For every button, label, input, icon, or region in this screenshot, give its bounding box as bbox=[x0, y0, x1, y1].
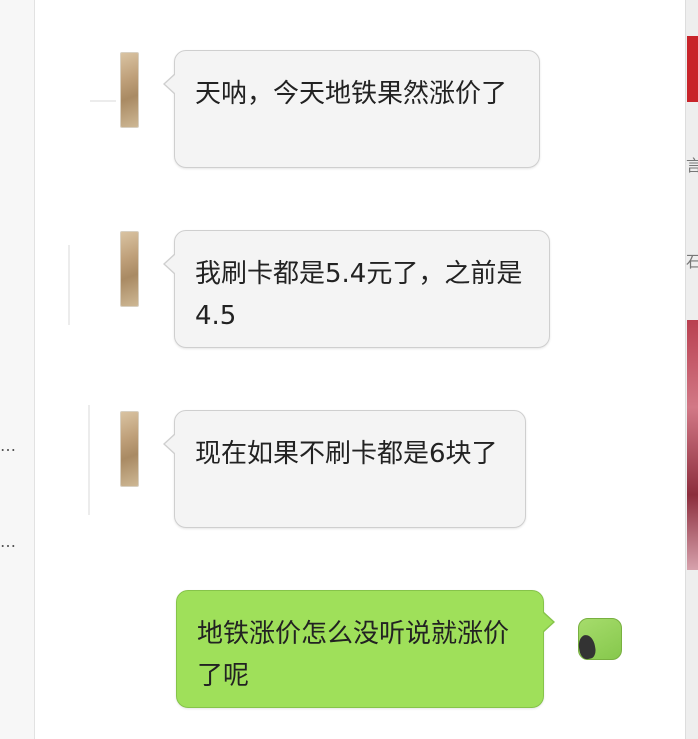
mouse-cursor-icon bbox=[577, 633, 597, 661]
contact-avatar[interactable] bbox=[120, 52, 139, 128]
conversation-list-item-truncated[interactable]: … bbox=[0, 532, 17, 551]
side-panel: 言 石 bbox=[685, 0, 698, 739]
outgoing-message-bubble[interactable]: 地铁涨价怎么没听说就涨价了呢 bbox=[176, 590, 555, 708]
incoming-message-bubble[interactable]: 现在如果不刷卡都是6块了 bbox=[163, 410, 526, 528]
side-panel-text-fragment: 言 bbox=[686, 156, 698, 175]
conversation-list-pane: … … bbox=[0, 0, 35, 739]
incoming-message-bubble[interactable]: 我刷卡都是5.4元了，之前是4.5 bbox=[163, 230, 550, 348]
side-panel-text-fragment: 石 bbox=[686, 252, 698, 271]
conversation-list-item-truncated[interactable]: … bbox=[0, 436, 17, 455]
contact-avatar[interactable] bbox=[120, 411, 139, 487]
chat-window: … … 言 石 天呐，今天地铁果然涨价了 我刷卡都是5.4元了，之前是4.5 现… bbox=[0, 0, 698, 739]
side-panel-banner bbox=[687, 36, 698, 102]
my-avatar[interactable] bbox=[577, 618, 622, 661]
divider bbox=[88, 405, 90, 515]
divider bbox=[90, 100, 116, 102]
divider bbox=[68, 245, 70, 325]
incoming-message-bubble[interactable]: 天呐，今天地铁果然涨价了 bbox=[163, 50, 540, 168]
side-panel-image bbox=[687, 320, 698, 570]
contact-avatar[interactable] bbox=[120, 231, 139, 307]
